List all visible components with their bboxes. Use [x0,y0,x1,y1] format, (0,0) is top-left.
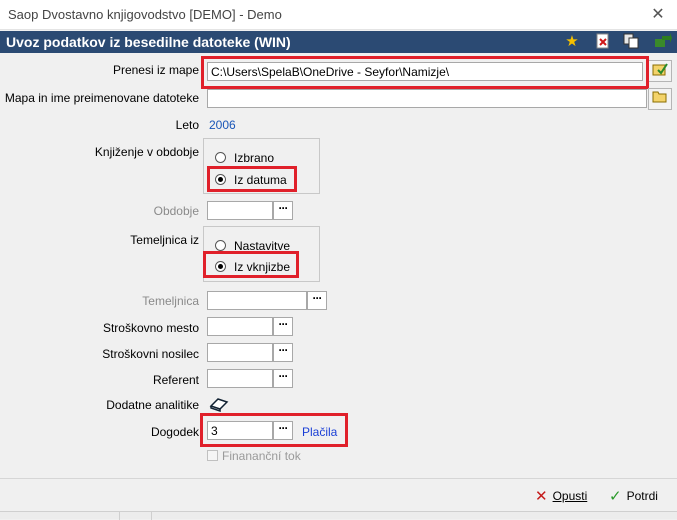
export-arrow-icon[interactable] [654,33,672,51]
footer-divider [0,478,677,479]
confirm-label: Potrdi [626,489,658,503]
period-input[interactable] [207,201,273,220]
dialog-title: Uvoz podatkov iz besedilne datoteke (WIN… [6,34,291,50]
cost-center-lookup-button[interactable]: ··· [273,317,293,336]
year-label: Leto [175,118,199,132]
confirm-button[interactable]: ✓ Potrdi [609,487,658,505]
delete-document-icon[interactable] [594,33,612,51]
cost-carrier-label: Stroškovni nosilec [102,347,199,361]
copy-icon[interactable] [622,33,640,51]
referent-input[interactable] [207,369,273,388]
window-title: Saop Dvostavno knjigovodstvo [DEMO] - De… [8,7,282,22]
journal-input[interactable] [207,291,307,310]
radio-label: Izbrano [234,151,275,165]
year-value: 2006 [209,118,236,132]
highlight-posting-period [207,166,297,192]
radio-izbrano[interactable]: Izbrano [215,151,274,165]
radio-button [215,152,226,163]
highlight-journal-from [203,251,299,278]
event-label: Dogodek [150,425,199,439]
checkbox-box [207,450,218,461]
financial-flow-label: Finananční tok [222,449,301,463]
journal-lookup-button[interactable]: ··· [307,291,327,310]
cancel-label: Opusti [552,489,588,503]
status-bar [0,511,677,520]
folder-open-icon [652,91,667,103]
additional-analytics-label: Dodatne analitike [106,398,199,412]
browse-file-button[interactable] [648,88,672,110]
dialog-header: Uvoz podatkov iz besedilne datoteke (WIN… [0,31,677,53]
confirm-check-icon: ✓ [609,488,622,505]
referent-lookup-button[interactable]: ··· [273,369,293,388]
source-folder-label: Prenesi iz mape [112,63,199,77]
journal-from-label: Temeljnica iz [130,233,199,247]
journal-label: Temeljnica [142,294,199,308]
renamed-file-input[interactable] [207,89,647,108]
cost-carrier-lookup-button[interactable]: ··· [273,343,293,362]
referent-label: Referent [152,373,199,387]
window-titlebar: Saop Dvostavno knjigovodstvo [DEMO] - De… [0,0,677,30]
browse-folder-button[interactable] [648,60,672,82]
renamed-file-label: Mapa in ime preimenovane datoteke [4,91,199,105]
cost-center-input[interactable] [207,317,273,336]
star-icon[interactable]: ★ [563,33,581,51]
cost-center-label: Stroškovno mesto [102,321,199,335]
financial-flow-checkbox[interactable]: Finananční tok [207,449,301,463]
cost-carrier-input[interactable] [207,343,273,362]
period-lookup-button[interactable]: ··· [273,201,293,220]
highlight-source-folder [201,56,649,89]
radio-button [215,240,226,251]
cancel-x-icon: ✕ [535,488,548,505]
cancel-button[interactable]: ✕ Opusti [535,487,587,505]
period-label: Obdobje [153,204,199,218]
highlight-event [200,413,348,447]
close-icon[interactable]: ✕ [649,4,667,24]
posting-period-label: Knjiženje v obdobje [94,145,199,159]
folder-check-icon [652,63,668,76]
